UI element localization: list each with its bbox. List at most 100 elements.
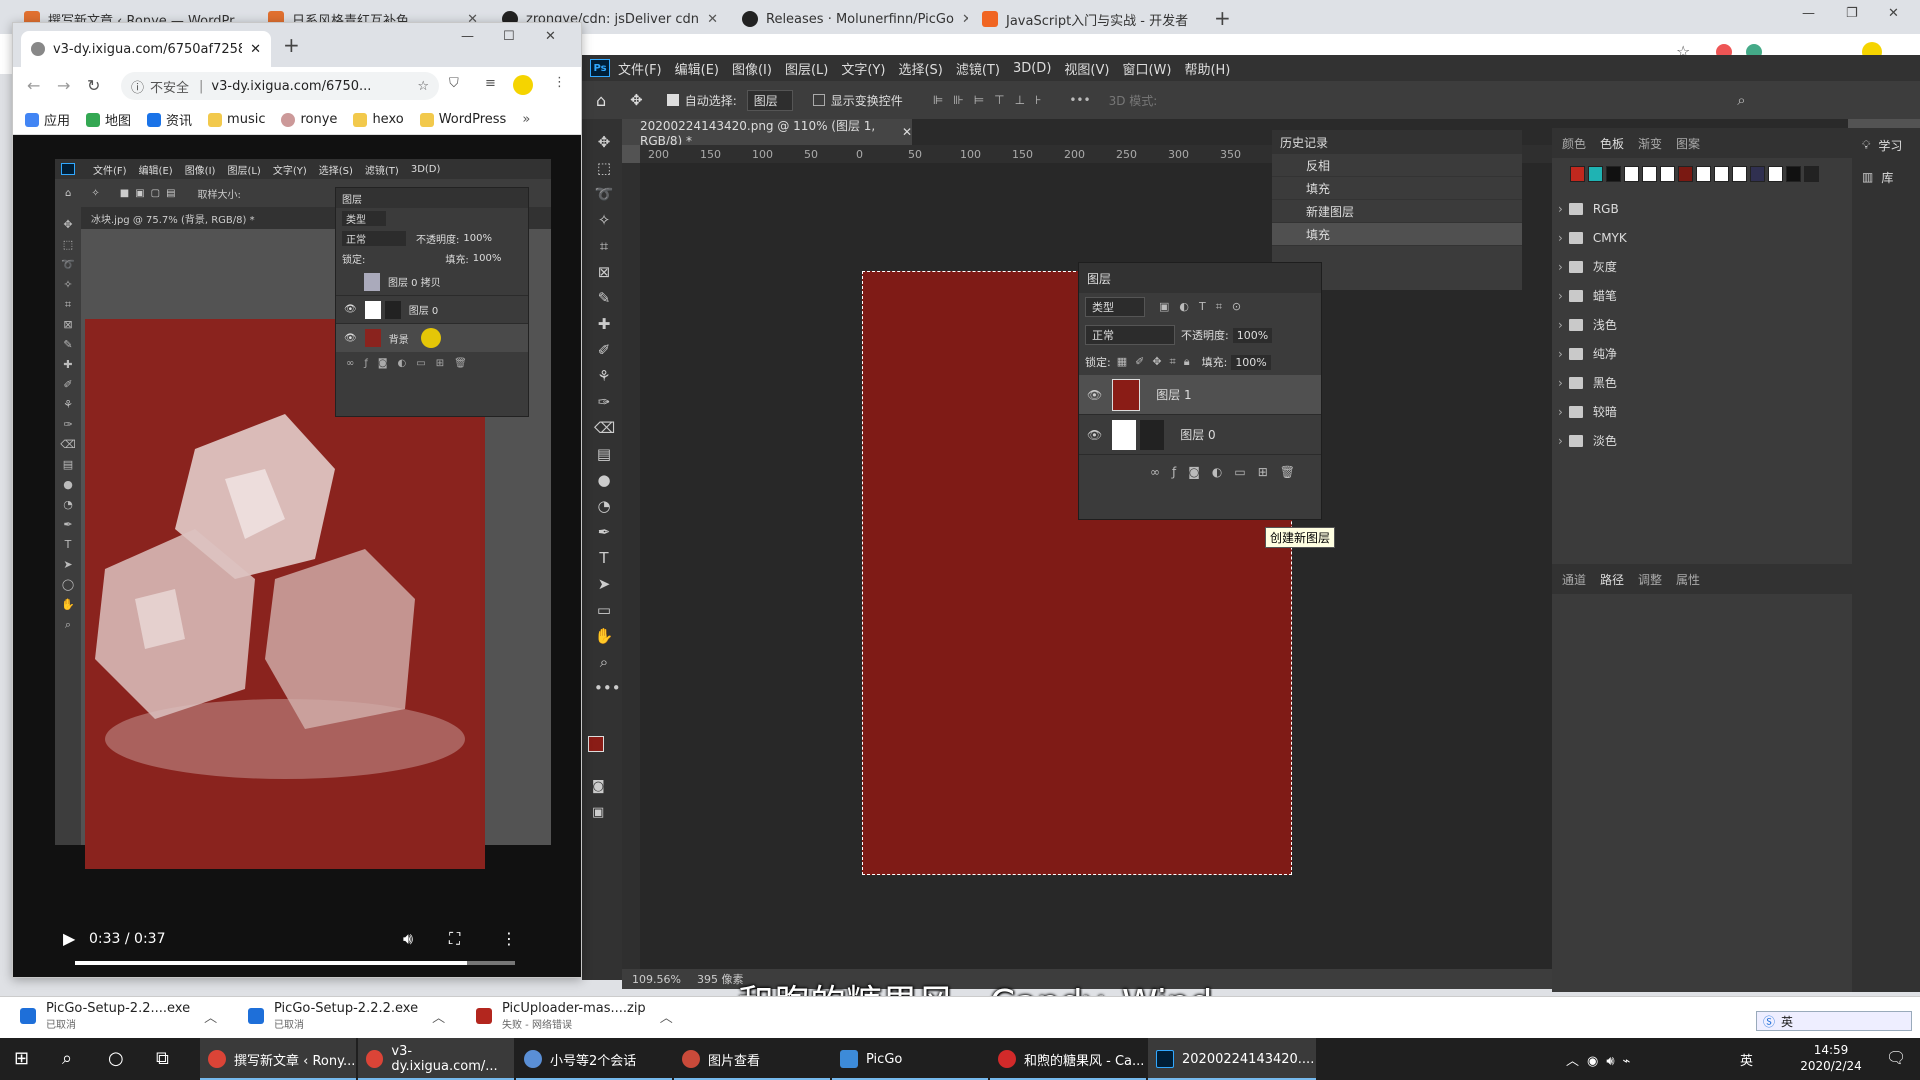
fill-input[interactable]: 100% xyxy=(1231,354,1271,370)
library-label[interactable]: 库 xyxy=(1881,169,1893,186)
color-swatch[interactable] xyxy=(1606,166,1621,182)
taskbar-photoshop[interactable]: 20200224143420.... xyxy=(1148,1038,1316,1080)
color-swatch[interactable] xyxy=(1678,166,1693,182)
search-icon[interactable]: ⌕ xyxy=(62,1048,72,1069)
close-icon[interactable]: ✕ xyxy=(902,125,912,139)
tab-channels[interactable]: 通道 xyxy=(1562,571,1586,588)
move-tool-icon[interactable]: ✥ xyxy=(630,91,643,109)
layer-row[interactable]: 👁︎ 图层 1 xyxy=(1079,375,1321,415)
shape-tool-icon[interactable]: ▭ xyxy=(594,597,614,623)
ime-toolbar[interactable]: Ⓢ 英 xyxy=(1756,1011,1912,1031)
taskbar-image-viewer[interactable]: 图片查看 xyxy=(674,1038,830,1080)
tab-github-picgo[interactable]: Releases · Molunerfinn/PicGo ✕ xyxy=(732,4,968,34)
windows-start-icon[interactable]: ⊞ xyxy=(14,1048,29,1069)
path-select-icon[interactable]: ➤ xyxy=(594,571,614,597)
minimize-button[interactable]: — xyxy=(1802,6,1815,21)
brush-icon[interactable]: ✐ xyxy=(594,337,614,363)
tab-adjustments[interactable]: 调整 xyxy=(1638,571,1662,588)
history-brush-icon[interactable]: ✑ xyxy=(594,389,614,415)
color-swatch[interactable] xyxy=(1642,166,1657,182)
taskbar-chrome-video[interactable]: v3-dy.ixigua.com/... xyxy=(358,1038,514,1080)
bookmark-wordpress[interactable]: WordPress xyxy=(419,112,506,127)
bookmark-news[interactable]: 资讯 xyxy=(147,110,192,129)
history-item[interactable]: 反相 xyxy=(1272,154,1522,177)
bookmark-ronye[interactable]: ronye xyxy=(281,112,337,127)
tray-ime[interactable]: 英 xyxy=(1740,1050,1753,1069)
foreground-color-swatch[interactable] xyxy=(588,736,604,752)
play-icon[interactable]: ▶ xyxy=(63,929,75,948)
new-tab-button[interactable]: + xyxy=(283,33,300,57)
blur-icon[interactable]: ● xyxy=(594,467,614,493)
layer-filter-dropdown[interactable]: 类型 xyxy=(1085,297,1145,317)
ime-mode[interactable]: 英 xyxy=(1781,1013,1793,1030)
notification-icon[interactable]: 🗨︎ xyxy=(1886,1048,1906,1067)
tab-javascript[interactable]: JavaScript入门与实战 - 开发者 ✕ xyxy=(972,4,1196,34)
menu-view[interactable]: 视图(V) xyxy=(1064,59,1109,78)
swatch-group[interactable]: › RGB xyxy=(1552,194,1852,223)
magic-wand-icon[interactable]: ✧ xyxy=(594,207,614,233)
address-bar[interactable]: ⓘ 不安全 | v3-dy.ixigua.com/6750... ☆ xyxy=(121,72,439,100)
video-progress-track[interactable] xyxy=(75,961,515,965)
color-swatch[interactable] xyxy=(1714,166,1729,182)
eraser-icon[interactable]: ⌫ xyxy=(594,415,615,441)
lasso-tool-icon[interactable]: ➰ xyxy=(594,181,614,207)
taskbar-chat[interactable]: 小号等2个会话 xyxy=(516,1038,672,1080)
menu-window[interactable]: 窗口(W) xyxy=(1122,59,1171,78)
swatch-group[interactable]: › 蜡笔 xyxy=(1552,281,1852,310)
frame-tool-icon[interactable]: ⊠ xyxy=(594,259,614,285)
minimize-button[interactable]: — xyxy=(461,29,474,44)
align-icons[interactable]: ⊫⊪⊨⊤⊥⊦ xyxy=(933,93,1052,107)
menu-image[interactable]: 图像(I) xyxy=(732,59,772,78)
dodge-icon[interactable]: ◔ xyxy=(594,493,614,519)
color-swatch[interactable] xyxy=(1768,166,1783,182)
cortana-icon[interactable]: ○ xyxy=(108,1048,124,1069)
search-icon[interactable]: ⌕ xyxy=(1737,91,1745,109)
layer-footer-icons[interactable]: ∞ƒ◙◐▭⊞🗑︎ xyxy=(1150,465,1307,479)
show-transform-checkbox[interactable] xyxy=(812,94,825,106)
move-tool-icon[interactable]: ✥ xyxy=(594,129,614,155)
close-icon[interactable]: ✕ xyxy=(1188,12,1196,27)
maximize-button[interactable]: ☐ xyxy=(503,29,515,44)
history-item[interactable]: 填充 xyxy=(1272,223,1522,246)
menu-help[interactable]: 帮助(H) xyxy=(1184,59,1230,78)
menu-layer[interactable]: 图层(L) xyxy=(785,59,828,78)
download-item[interactable]: PicGo-Setup-2.2.2.exe 已取消 ︿ xyxy=(248,1001,445,1031)
crop-tool-icon[interactable]: ⌗ xyxy=(594,233,614,259)
fullscreen-icon[interactable]: ⛶ xyxy=(449,929,460,949)
download-item[interactable]: PicGo-Setup-2.2....exe 已取消 ︿ xyxy=(20,1001,217,1031)
taskbar-chrome-wordpress[interactable]: 撰写新文章 ‹ Rony... xyxy=(200,1038,356,1080)
avatar[interactable] xyxy=(513,75,533,95)
color-swatch[interactable] xyxy=(1660,166,1675,182)
eye-icon[interactable]: 👁︎ xyxy=(1087,428,1102,442)
swatch-group[interactable]: › 灰度 xyxy=(1552,252,1852,281)
color-swatch[interactable] xyxy=(1588,166,1603,182)
bookmark-apps[interactable]: 应用 xyxy=(25,110,70,129)
video-player[interactable]: 文件(F) 编辑(E) 图像(I) 图层(L) 文字(Y) 选择(S) 滤镜(T… xyxy=(13,135,581,977)
reload-icon[interactable]: ↻ xyxy=(87,76,100,95)
swatch-group[interactable]: › 纯净 xyxy=(1552,339,1852,368)
blend-mode-dropdown[interactable]: 正常 xyxy=(1085,325,1175,345)
menu-type[interactable]: 文字(Y) xyxy=(841,59,885,78)
swatch-group[interactable]: › 浅色 xyxy=(1552,310,1852,339)
chevron-up-icon[interactable]: ︿ xyxy=(204,1007,217,1026)
menu-edit[interactable]: 编辑(E) xyxy=(675,59,719,78)
layers-tab[interactable]: 图层 xyxy=(1079,263,1321,293)
menu-3d[interactable]: 3D(D) xyxy=(1013,61,1051,76)
chevron-up-icon[interactable]: ︿ xyxy=(660,1007,673,1026)
color-swatch[interactable] xyxy=(1804,166,1819,182)
tab-video[interactable]: v3-dy.ixigua.com/6750af7258 ✕ xyxy=(21,31,271,67)
more-bookmarks-icon[interactable]: » xyxy=(522,112,530,127)
bookmark-maps[interactable]: 地图 xyxy=(86,110,131,129)
more-tools-icon[interactable]: ••• xyxy=(594,675,621,701)
filter-icons[interactable]: ▣◐T⌗⊙ xyxy=(1159,300,1251,314)
menu-select[interactable]: 选择(S) xyxy=(898,59,942,78)
color-swatch[interactable] xyxy=(1624,166,1639,182)
learn-label[interactable]: 学习 xyxy=(1878,137,1902,154)
layer-row[interactable]: 👁︎ 图层 0 xyxy=(1079,415,1321,455)
marquee-tool-icon[interactable]: ⬚ xyxy=(594,155,614,181)
zoom-level[interactable]: 109.56% xyxy=(632,973,681,986)
eyedropper-icon[interactable]: ✎ xyxy=(594,285,614,311)
color-swatch[interactable] xyxy=(1732,166,1747,182)
tab-properties[interactable]: 属性 xyxy=(1676,571,1700,588)
swatch-group[interactable]: › 较暗 xyxy=(1552,397,1852,426)
